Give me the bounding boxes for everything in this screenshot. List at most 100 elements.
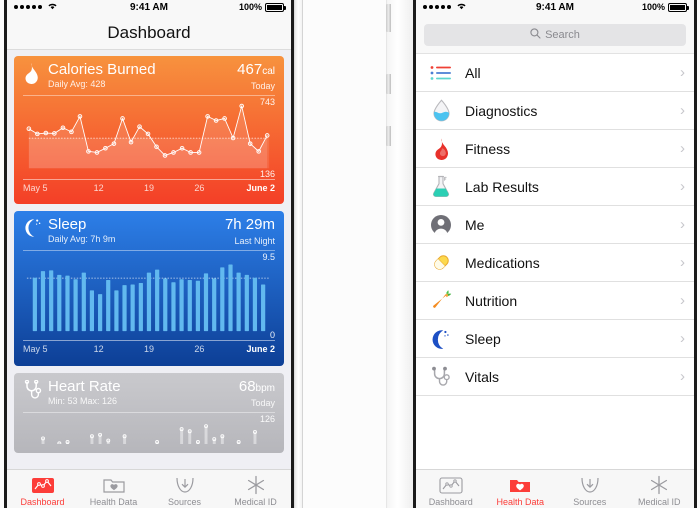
page-title: Dashboard bbox=[107, 23, 191, 42]
status-bar: 9:41 AM 100% bbox=[416, 0, 694, 17]
heart-rate-plot bbox=[41, 424, 257, 445]
card-value-unit: cal bbox=[262, 66, 275, 77]
chevron-right-icon: › bbox=[680, 64, 685, 81]
card-subtitle: Min: 53 Max: 126 bbox=[48, 396, 118, 406]
search-bar-container: Search bbox=[416, 17, 694, 54]
card-header: Sleep Daily Avg: 7h 9m 7h 29m Last Night bbox=[14, 211, 284, 247]
calories-chart: 743 136 bbox=[23, 96, 275, 180]
chevron-right-icon: › bbox=[680, 178, 685, 195]
x-label: 26 bbox=[194, 344, 205, 354]
list-item-label: Fitness bbox=[465, 140, 511, 157]
health-data-list[interactable]: All › Diagnostics › Fitness › Lab Result… bbox=[416, 54, 694, 469]
x-label: May 5 bbox=[23, 344, 48, 354]
card-sleep[interactable]: Sleep Daily Avg: 7h 9m 7h 29m Last Night… bbox=[14, 211, 284, 366]
card-header: Heart Rate Min: 53 Max: 126 68bpm Today bbox=[14, 373, 284, 409]
left-phone-screen: 9:41 AM 100% Dashboard Calories Burned D… bbox=[7, 0, 291, 508]
screenshot-stage: 9:41 AM 100% Dashboard Calories Burned D… bbox=[0, 0, 700, 508]
x-label: May 5 bbox=[23, 183, 48, 193]
calories-x-axis-labels: May 5 12 19 26 June 2 bbox=[23, 180, 275, 193]
right-phone-screen: 9:41 AM 100% Search All › Diagnostics › … bbox=[416, 0, 694, 508]
x-label: 12 bbox=[93, 344, 104, 354]
silent-switch[interactable] bbox=[386, 4, 391, 32]
folder-heart-icon bbox=[486, 474, 556, 496]
water-drop-icon bbox=[426, 98, 456, 124]
tab-bar[interactable]: Dashboard Health Data Sources Medical ID bbox=[416, 469, 694, 508]
right-phone: 9:41 AM 100% Search All › Diagnostics › … bbox=[413, 0, 697, 508]
y-axis-min-label: 0 bbox=[269, 330, 275, 340]
search-placeholder: Search bbox=[545, 29, 580, 41]
battery-status: 100% bbox=[642, 2, 689, 12]
chevron-right-icon: › bbox=[680, 330, 685, 347]
card-value-caption: Last Night bbox=[234, 236, 275, 246]
x-label: 19 bbox=[144, 344, 155, 354]
battery-percent: 100% bbox=[238, 2, 262, 12]
list-item-me[interactable]: Me › bbox=[416, 206, 694, 244]
tab-label: Dashboard bbox=[428, 497, 473, 507]
download-arrow-icon bbox=[555, 474, 625, 496]
dashboard-chart-icon bbox=[7, 474, 78, 496]
tab-medical-id[interactable]: Medical ID bbox=[625, 474, 695, 507]
y-axis-max-label: 743 bbox=[259, 97, 275, 107]
x-axis-line bbox=[23, 179, 275, 180]
list-item-lab-results[interactable]: Lab Results › bbox=[416, 168, 694, 206]
pill-icon bbox=[426, 250, 456, 276]
tab-sources[interactable]: Sources bbox=[555, 474, 625, 507]
battery-icon bbox=[668, 2, 689, 12]
list-item-fitness[interactable]: Fitness › bbox=[416, 130, 694, 168]
list-item-vitals[interactable]: Vitals › bbox=[416, 358, 694, 396]
list-item-label: Nutrition bbox=[465, 292, 518, 309]
search-input[interactable]: Search bbox=[424, 24, 686, 46]
tab-dashboard[interactable]: Dashboard bbox=[7, 474, 78, 507]
chevron-right-icon: › bbox=[680, 368, 685, 385]
card-value-caption: Today bbox=[250, 398, 275, 408]
card-value: 68bpm bbox=[238, 378, 275, 395]
flask-icon bbox=[426, 174, 456, 200]
battery-icon bbox=[265, 2, 286, 12]
list-item-medications[interactable]: Medications › bbox=[416, 244, 694, 282]
x-label: June 2 bbox=[246, 183, 276, 193]
tab-sources[interactable]: Sources bbox=[149, 474, 220, 507]
list-item-label: Vitals bbox=[465, 368, 499, 385]
tab-health-data[interactable]: Health Data bbox=[78, 474, 149, 507]
x-label: 19 bbox=[144, 183, 155, 193]
chevron-right-icon: › bbox=[680, 254, 685, 271]
tab-bar[interactable]: Dashboard Health Data Sources Medical ID bbox=[7, 469, 291, 508]
card-value-group: 68bpm Today bbox=[239, 379, 275, 409]
moon-icon bbox=[23, 218, 45, 243]
card-calories-burned[interactable]: Calories Burned Daily Avg: 428 467cal To… bbox=[14, 56, 284, 204]
x-label: 26 bbox=[194, 183, 205, 193]
chevron-right-icon: › bbox=[680, 292, 685, 309]
download-arrow-icon bbox=[149, 474, 220, 496]
list-item-all[interactable]: All › bbox=[416, 54, 694, 92]
tab-health-data[interactable]: Health Data bbox=[486, 474, 556, 507]
carrot-icon bbox=[426, 288, 456, 314]
card-heart-rate[interactable]: Heart Rate Min: 53 Max: 126 68bpm Today … bbox=[14, 373, 284, 453]
volume-up-button[interactable] bbox=[386, 74, 391, 94]
list-item-label: Sleep bbox=[465, 330, 501, 347]
tab-medical-id[interactable]: Medical ID bbox=[220, 474, 291, 507]
tab-label: Medical ID bbox=[234, 497, 277, 507]
tab-label: Health Data bbox=[89, 497, 138, 507]
dashboard-card-list[interactable]: Calories Burned Daily Avg: 428 467cal To… bbox=[7, 50, 291, 469]
list-item-label: Medications bbox=[465, 254, 540, 271]
card-title-group: Heart Rate Min: 53 Max: 126 bbox=[48, 379, 239, 407]
flame-icon bbox=[426, 136, 456, 162]
chevron-right-icon: › bbox=[680, 102, 685, 119]
flame-icon bbox=[23, 63, 45, 89]
list-item-diagnostics[interactable]: Diagnostics › bbox=[416, 92, 694, 130]
card-title: Heart Rate bbox=[48, 378, 121, 395]
list-item-label: Me bbox=[465, 216, 485, 233]
card-subtitle: Daily Avg: 428 bbox=[48, 79, 106, 89]
dashboard-chart-icon bbox=[416, 474, 486, 496]
list-item-sleep[interactable]: Sleep › bbox=[416, 320, 694, 358]
card-title-group: Calories Burned Daily Avg: 428 bbox=[48, 62, 237, 90]
sleep-x-axis-labels: May 5 12 19 26 June 2 bbox=[23, 341, 275, 354]
list-item-nutrition[interactable]: Nutrition › bbox=[416, 282, 694, 320]
card-title-group: Sleep Daily Avg: 7h 9m bbox=[48, 217, 225, 245]
volume-down-button[interactable] bbox=[386, 126, 391, 146]
tab-label: Dashboard bbox=[20, 497, 65, 507]
stethoscope-icon bbox=[426, 364, 456, 390]
card-value: 7h 29m bbox=[224, 216, 275, 233]
tab-dashboard[interactable]: Dashboard bbox=[416, 474, 486, 507]
card-value-group: 7h 29m Last Night bbox=[225, 217, 275, 247]
